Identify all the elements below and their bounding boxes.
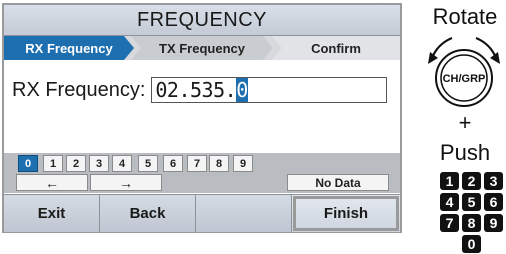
digit-key-9: 9 [484,214,503,232]
digit-key-8: 8 [462,214,481,232]
key-2[interactable]: 2 [66,155,86,172]
rotate-label: Rotate [432,4,498,29]
radio-display: FREQUENCY RX Frequency TX Frequency Conf… [2,3,402,233]
digit-key-6: 6 [484,193,503,211]
key-7[interactable]: 7 [187,155,207,172]
channel-knob[interactable]: CH/GRP [422,30,506,114]
input-cursor: 0 [236,78,248,102]
step-rx-frequency: RX Frequency [4,36,134,60]
key-0[interactable]: 0 [18,155,38,172]
digit-key-4: 4 [440,193,459,211]
rx-frequency-row: RX Frequency: 02.535.0 [12,75,388,105]
digit-key-2: 2 [462,172,481,190]
knob-label: CH/GRP [443,73,486,85]
key-9[interactable]: 9 [233,155,253,172]
rx-frequency-value: 02.535. [155,78,237,102]
key-4[interactable]: 4 [112,155,132,172]
softkey-bar: Exit Back Finish [4,194,400,232]
wizard-steps: RX Frequency TX Frequency Confirm [4,36,400,60]
blank-softkey[interactable] [196,195,292,232]
step-tx-frequency: TX Frequency [131,36,273,60]
screen-title: FREQUENCY [4,5,400,36]
exit-button[interactable]: Exit [4,195,100,232]
key-1[interactable]: 1 [43,155,63,172]
digit-key-3: 3 [484,172,503,190]
push-label: Push [439,140,491,165]
cursor-right-button[interactable]: → [90,174,162,191]
digit-key-7: 7 [440,214,459,232]
digit-key-5: 5 [462,193,481,211]
finish-button[interactable]: Finish [292,195,400,232]
key-6[interactable]: 6 [163,155,183,172]
rx-frequency-input[interactable]: 02.535.0 [151,77,388,103]
key-8[interactable]: 8 [209,155,229,172]
digit-key-1: 1 [440,172,459,190]
rx-frequency-label: RX Frequency: [12,78,146,101]
plus-sign: + [458,110,472,135]
back-button[interactable]: Back [100,195,196,232]
key-5[interactable]: 5 [138,155,158,172]
digit-key-0: 0 [462,235,481,253]
cursor-left-button[interactable]: ← [16,174,88,191]
step-confirm: Confirm [272,36,400,60]
no-data-button[interactable]: No Data [287,174,389,191]
number-keypad: 0 1 2 3 4 5 6 7 8 9 ← → No Data [4,153,400,193]
key-3[interactable]: 3 [89,155,109,172]
